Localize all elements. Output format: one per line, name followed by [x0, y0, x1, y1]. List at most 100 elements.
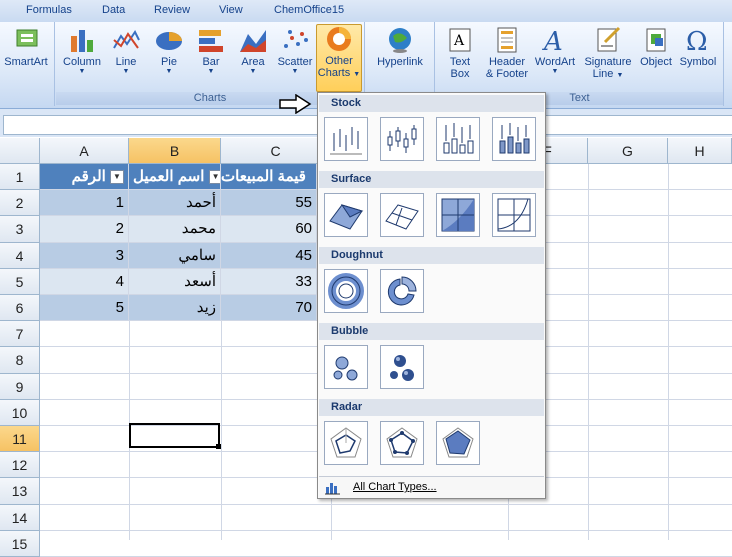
tab-data[interactable]: Data — [102, 4, 125, 16]
radar-chart[interactable] — [324, 421, 368, 465]
cell-sales-value[interactable]: 45 — [221, 242, 317, 269]
surface-contour-icon — [441, 198, 475, 232]
empty-cell-row[interactable] — [40, 505, 732, 531]
row-header[interactable]: 6 — [0, 295, 40, 322]
row-header[interactable]: 9 — [0, 373, 40, 400]
text-box-button[interactable]: A Text Box — [438, 26, 482, 88]
wordart-button[interactable]: A WordArt ▼ — [533, 26, 577, 88]
cell-customer-name[interactable]: أحمد — [129, 190, 221, 217]
smartart-button[interactable]: SmartArt — [4, 26, 48, 88]
symbol-button[interactable]: Ω Symbol — [676, 26, 720, 88]
column-header-b[interactable]: B — [129, 138, 221, 164]
bubble-3d-chart[interactable] — [380, 345, 424, 389]
column-chart-button[interactable]: Column ▼ — [60, 26, 104, 88]
fill-handle[interactable] — [216, 444, 221, 449]
bar-label: Bar — [202, 56, 220, 68]
column-header-g[interactable]: G — [588, 138, 668, 164]
surface-3d[interactable] — [324, 193, 368, 237]
tab-review[interactable]: Review — [154, 4, 190, 16]
bar-chart-icon — [199, 30, 223, 52]
cell-customer-name[interactable]: محمد — [129, 216, 221, 243]
header-cell-id[interactable]: الرقم ▼ — [40, 164, 129, 190]
bar-chart-button[interactable]: Bar ▼ — [189, 26, 233, 88]
cell-customer-name[interactable]: أسعد — [129, 268, 221, 295]
row-header[interactable]: 10 — [0, 399, 40, 426]
surface-contour[interactable] — [436, 193, 480, 237]
row-header[interactable]: 14 — [0, 504, 40, 531]
filter-dropdown-icon[interactable]: ▼ — [208, 170, 220, 185]
other-charts-button[interactable]: Other Charts ▼ — [316, 24, 362, 92]
row-header[interactable]: 7 — [0, 321, 40, 348]
column-gridline — [588, 164, 589, 540]
svg-text:A: A — [453, 33, 465, 49]
pie-label: Pie — [161, 56, 177, 68]
text-box-icon: A — [449, 28, 471, 52]
header-id-text: الرقم — [71, 168, 106, 185]
other-charts-label-2: Charts ▼ — [317, 67, 361, 81]
cell-id[interactable]: 1 — [40, 190, 129, 217]
header-footer-button[interactable]: Header & Footer — [483, 26, 531, 88]
pie-chart-button[interactable]: Pie ▼ — [147, 26, 191, 88]
cell-sales-value[interactable]: 70 — [221, 295, 317, 322]
column-gridline — [668, 164, 669, 540]
area-chart-button[interactable]: Area ▼ — [231, 26, 275, 88]
other-charts-label-2-text: Charts — [317, 67, 351, 79]
surface-contour-wireframe[interactable] — [492, 193, 536, 237]
column-header-h[interactable]: H — [668, 138, 732, 164]
surface-wireframe[interactable] — [380, 193, 424, 237]
cell-customer-name[interactable]: سامي — [129, 242, 221, 269]
header-cell-name[interactable]: اسم العميل ▼ — [129, 164, 221, 190]
tab-view[interactable]: View — [219, 4, 243, 16]
filled-radar-chart[interactable] — [436, 421, 480, 465]
stock-chart-ohlc[interactable] — [380, 117, 424, 161]
column-header-a[interactable]: A — [40, 138, 129, 164]
row-header[interactable]: 5 — [0, 268, 40, 295]
active-cell-b11[interactable] — [129, 423, 220, 448]
row-header[interactable]: 1 — [0, 164, 40, 191]
doughnut-chart[interactable] — [324, 269, 368, 313]
cell-sales-value[interactable]: 33 — [221, 268, 317, 295]
row-header[interactable]: 12 — [0, 452, 40, 479]
chevron-down-icon: ▼ — [616, 72, 624, 79]
filter-dropdown-icon[interactable]: ▼ — [110, 170, 124, 185]
cell-sales-value[interactable]: 55 — [221, 190, 317, 217]
exploded-doughnut-chart[interactable] — [380, 269, 424, 313]
all-chart-types-item[interactable]: All Chart Types... — [319, 476, 544, 498]
chevron-down-icon: ▼ — [165, 68, 173, 75]
cell-sales-value[interactable]: 60 — [221, 216, 317, 243]
line-label: Line — [115, 56, 137, 68]
stock-chart-hlc[interactable] — [324, 117, 368, 161]
object-button[interactable]: Object — [634, 26, 678, 88]
header-footer-label-2: & Footer — [485, 68, 529, 80]
row-header[interactable]: 8 — [0, 347, 40, 374]
row-header[interactable]: 3 — [0, 216, 40, 243]
line-chart-button[interactable]: Line ▼ — [104, 26, 148, 88]
stock-chart-vhlc[interactable] — [436, 117, 480, 161]
row-header[interactable]: 11 — [0, 426, 40, 453]
signature-line-button[interactable]: Signature Line ▼ — [583, 26, 633, 88]
cell-id[interactable]: 2 — [40, 216, 129, 243]
stock-chart-vohlc[interactable] — [492, 117, 536, 161]
cell-id[interactable]: 5 — [40, 295, 129, 322]
header-footer-icon — [497, 27, 517, 53]
column-header-c[interactable]: C — [221, 138, 331, 164]
scatter-chart-button[interactable]: Scatter ▼ — [273, 26, 317, 88]
cell-id[interactable]: 3 — [40, 242, 129, 269]
row-header[interactable]: 13 — [0, 478, 40, 505]
row-header[interactable]: 4 — [0, 242, 40, 269]
row-header[interactable]: 2 — [0, 190, 40, 217]
header-name-text: اسم العميل — [133, 168, 205, 185]
empty-cell-row[interactable] — [40, 531, 732, 557]
select-all-corner[interactable] — [0, 138, 40, 164]
cell-id[interactable]: 4 — [40, 268, 129, 295]
hyperlink-label: Hyperlink — [377, 56, 423, 68]
cell-customer-name[interactable]: زيد — [129, 295, 221, 322]
radar-markers-chart[interactable] — [380, 421, 424, 465]
bubble-chart[interactable] — [324, 345, 368, 389]
tab-chemoffice[interactable]: ChemOffice15 — [274, 4, 344, 16]
row-header[interactable]: 15 — [0, 530, 40, 557]
header-cell-sales[interactable]: قيمة المبيعات — [221, 164, 317, 190]
hyperlink-button[interactable]: Hyperlink — [374, 26, 426, 88]
header-footer-label-1: Header — [488, 56, 526, 68]
tab-formulas[interactable]: Formulas — [26, 4, 72, 16]
